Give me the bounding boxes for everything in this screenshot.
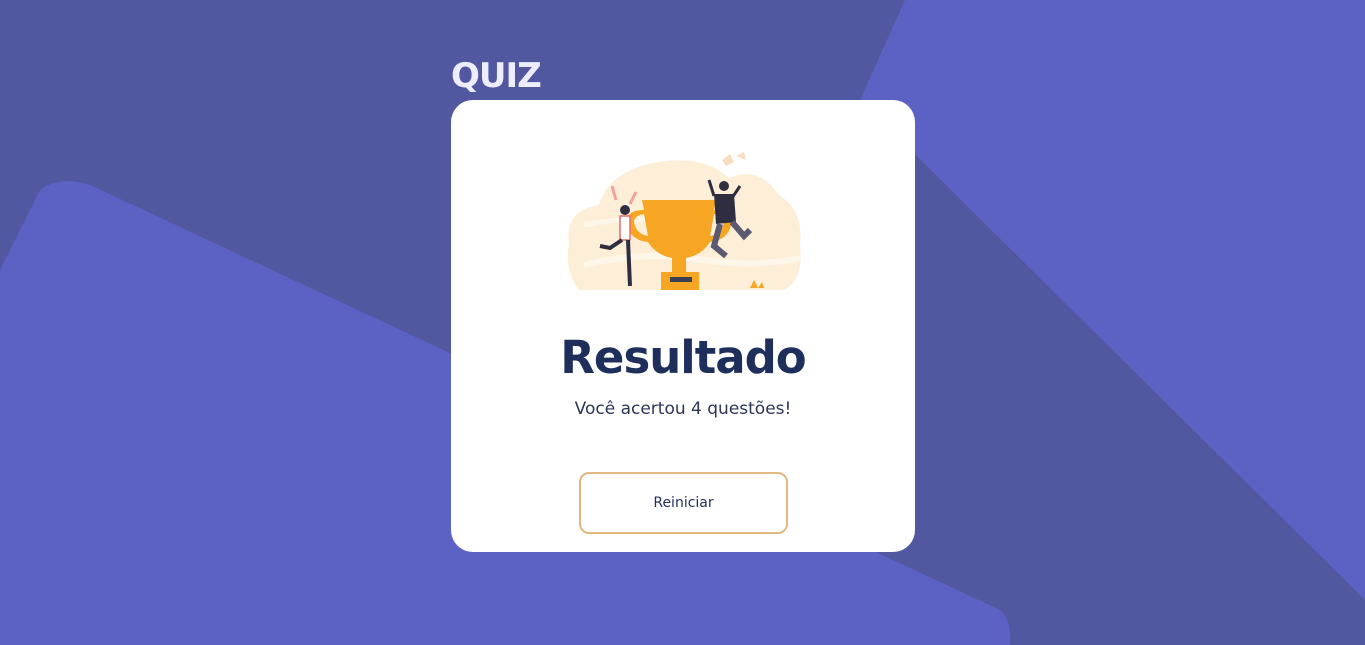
result-card: Resultado Você acertou 4 questões! Reini… [451,100,915,552]
app-title: QUIZ [451,56,542,96]
trophy-celebration-illustration [567,152,801,290]
result-message: Você acertou 4 questões! [574,399,792,419]
result-heading: Resultado [560,331,806,384]
restart-button[interactable]: Reiniciar [579,472,788,534]
